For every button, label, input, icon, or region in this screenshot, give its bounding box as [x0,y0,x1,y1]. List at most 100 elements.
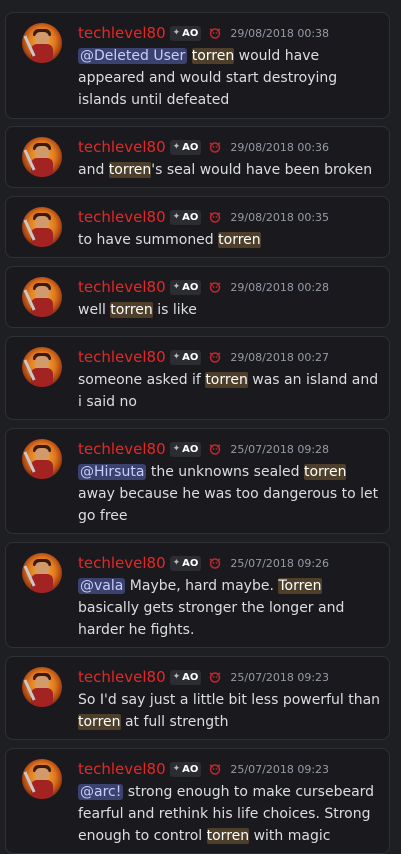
server-tag[interactable]: ✦ AO [169,139,202,155]
timestamp: 25/07/2018 09:23 [230,670,330,684]
message-card[interactable]: techlevel80 ✦ AO 25/07/2018 09:23 @arc! s… [5,748,390,854]
timestamp: 29/08/2018 00:28 [230,280,330,294]
server-tag[interactable]: ✦ AO [169,279,202,295]
user-mention[interactable]: @arc! [78,784,124,800]
server-tag[interactable]: ✦ AO [169,669,202,685]
message-text: enough to control [78,828,207,844]
message-card[interactable]: techlevel80 ✦ AO 29/08/2018 00:35 to have… [5,196,390,258]
avatar[interactable] [22,553,62,593]
server-tag-label: AO [182,443,199,455]
demon-emblem-icon [210,352,221,363]
demon-emblem-icon [210,282,221,293]
diamond-icon: ✦ [172,444,181,454]
message-card[interactable]: techlevel80 ✦ AO 25/07/2018 09:28 @Hirsut… [5,428,390,534]
message-card[interactable]: techlevel80 ✦ AO 29/08/2018 00:36 and tor… [5,126,390,188]
message-line: islands until defeated [78,89,378,111]
message-line: to have summoned torren [78,229,378,251]
message-line: appeared and would start destroying [78,67,378,89]
username[interactable]: techlevel80 [78,668,166,686]
server-tag[interactable]: ✦ AO [169,209,202,225]
avatar[interactable] [22,439,62,479]
timestamp: 29/08/2018 00:35 [230,210,330,224]
message-line: fearful and rethink his life choices. St… [78,803,378,825]
user-mention[interactable]: @Deleted User [78,48,188,64]
message-content: to have summoned torren [78,229,378,251]
user-mention[interactable]: @vala [78,578,126,594]
diamond-icon: ✦ [172,352,181,362]
message-line: away because he was too dangerous to let [78,483,378,505]
username[interactable]: techlevel80 [78,278,166,296]
message-line: go free [78,505,378,527]
username[interactable]: techlevel80 [78,760,166,778]
message-content: and torren's seal would have been broken [78,159,378,181]
demon-emblem-icon [210,444,221,455]
user-mention[interactable]: @Hirsuta [78,464,147,480]
username[interactable]: techlevel80 [78,440,166,458]
server-tag[interactable]: ✦ AO [169,555,202,571]
message-text: was an island and [247,372,379,388]
avatar[interactable] [22,23,62,63]
message-content: @Hirsuta the unknowns sealed torren away … [78,461,378,527]
message-text: to have summoned [78,232,219,248]
message-card[interactable]: techlevel80 ✦ AO 29/08/2018 00:28 well to… [5,266,390,328]
message-text: Maybe, hard maybe. [125,578,279,594]
message-line: i said no [78,391,378,413]
message-line: and torren's seal would have been broken [78,159,378,181]
username[interactable]: techlevel80 [78,554,166,572]
server-tag[interactable]: ✦ AO [169,349,202,365]
diamond-icon: ✦ [172,142,181,152]
message-text: harder he fights. [78,622,195,638]
diamond-icon: ✦ [172,282,181,292]
message-content: @vala Maybe, hard maybe. Torren basically… [78,575,378,641]
message-card[interactable]: techlevel80 ✦ AO 25/07/2018 09:26 @vala M… [5,542,390,648]
avatar[interactable] [22,207,62,247]
message-line: someone asked if torren was an island an… [78,369,378,391]
username[interactable]: techlevel80 [78,348,166,366]
message-text: strong enough to make cursebeard [123,784,375,800]
avatar[interactable] [22,667,62,707]
message-line: enough to control torren with magic [78,825,378,847]
search-highlight: torren [206,828,250,844]
search-highlight: torren [110,302,153,318]
avatar[interactable] [22,137,62,177]
search-highlight: torren [108,162,152,178]
avatar[interactable] [22,759,62,799]
demon-emblem-icon [210,142,221,153]
message-text: would have [234,48,320,64]
message-text: fearful and rethink his life choices. St… [78,806,371,822]
username[interactable]: techlevel80 [78,24,166,42]
message-text: with magic [249,828,331,844]
message-text: basically gets stronger the longer and [78,600,345,616]
message-card[interactable]: techlevel80 ✦ AO 29/08/2018 00:27 someone… [5,336,390,420]
message-content: @arc! strong enough to make cursebeard fe… [78,781,378,847]
server-tag[interactable]: ✦ AO [169,25,202,41]
search-highlight: torren [218,232,261,248]
message-card[interactable]: techlevel80 ✦ AO 29/08/2018 00:38 @Delete… [5,12,390,119]
server-tag-label: AO [182,211,199,223]
message-line: @Deleted User torren would have [78,45,378,67]
demon-emblem-icon [210,672,221,683]
diamond-icon: ✦ [172,28,181,38]
message-text: well [78,302,111,318]
demon-emblem-icon [210,212,221,223]
avatar[interactable] [22,347,62,387]
username[interactable]: techlevel80 [78,138,166,156]
message-line: @arc! strong enough to make cursebeard [78,781,378,803]
message-text: go free [78,508,128,524]
search-highlight: torren [191,48,235,64]
message-text: away because he was too dangerous to let [78,486,379,502]
server-tag-label: AO [182,671,199,683]
message-card[interactable]: techlevel80 ✦ AO 25/07/2018 09:23 So I'd … [5,656,390,740]
server-tag-label: AO [182,763,199,775]
server-tag[interactable]: ✦ AO [169,761,202,777]
timestamp: 29/08/2018 00:36 [230,140,330,154]
message-line: basically gets stronger the longer and [78,597,378,619]
avatar[interactable] [22,277,62,317]
timestamp: 25/07/2018 09:26 [230,556,330,570]
message-content: well torren is like [78,299,378,321]
message-line: harder he fights. [78,619,378,641]
timestamp: 25/07/2018 09:23 [230,762,330,776]
server-tag-label: AO [182,557,199,569]
username[interactable]: techlevel80 [78,208,166,226]
server-tag[interactable]: ✦ AO [169,441,202,457]
